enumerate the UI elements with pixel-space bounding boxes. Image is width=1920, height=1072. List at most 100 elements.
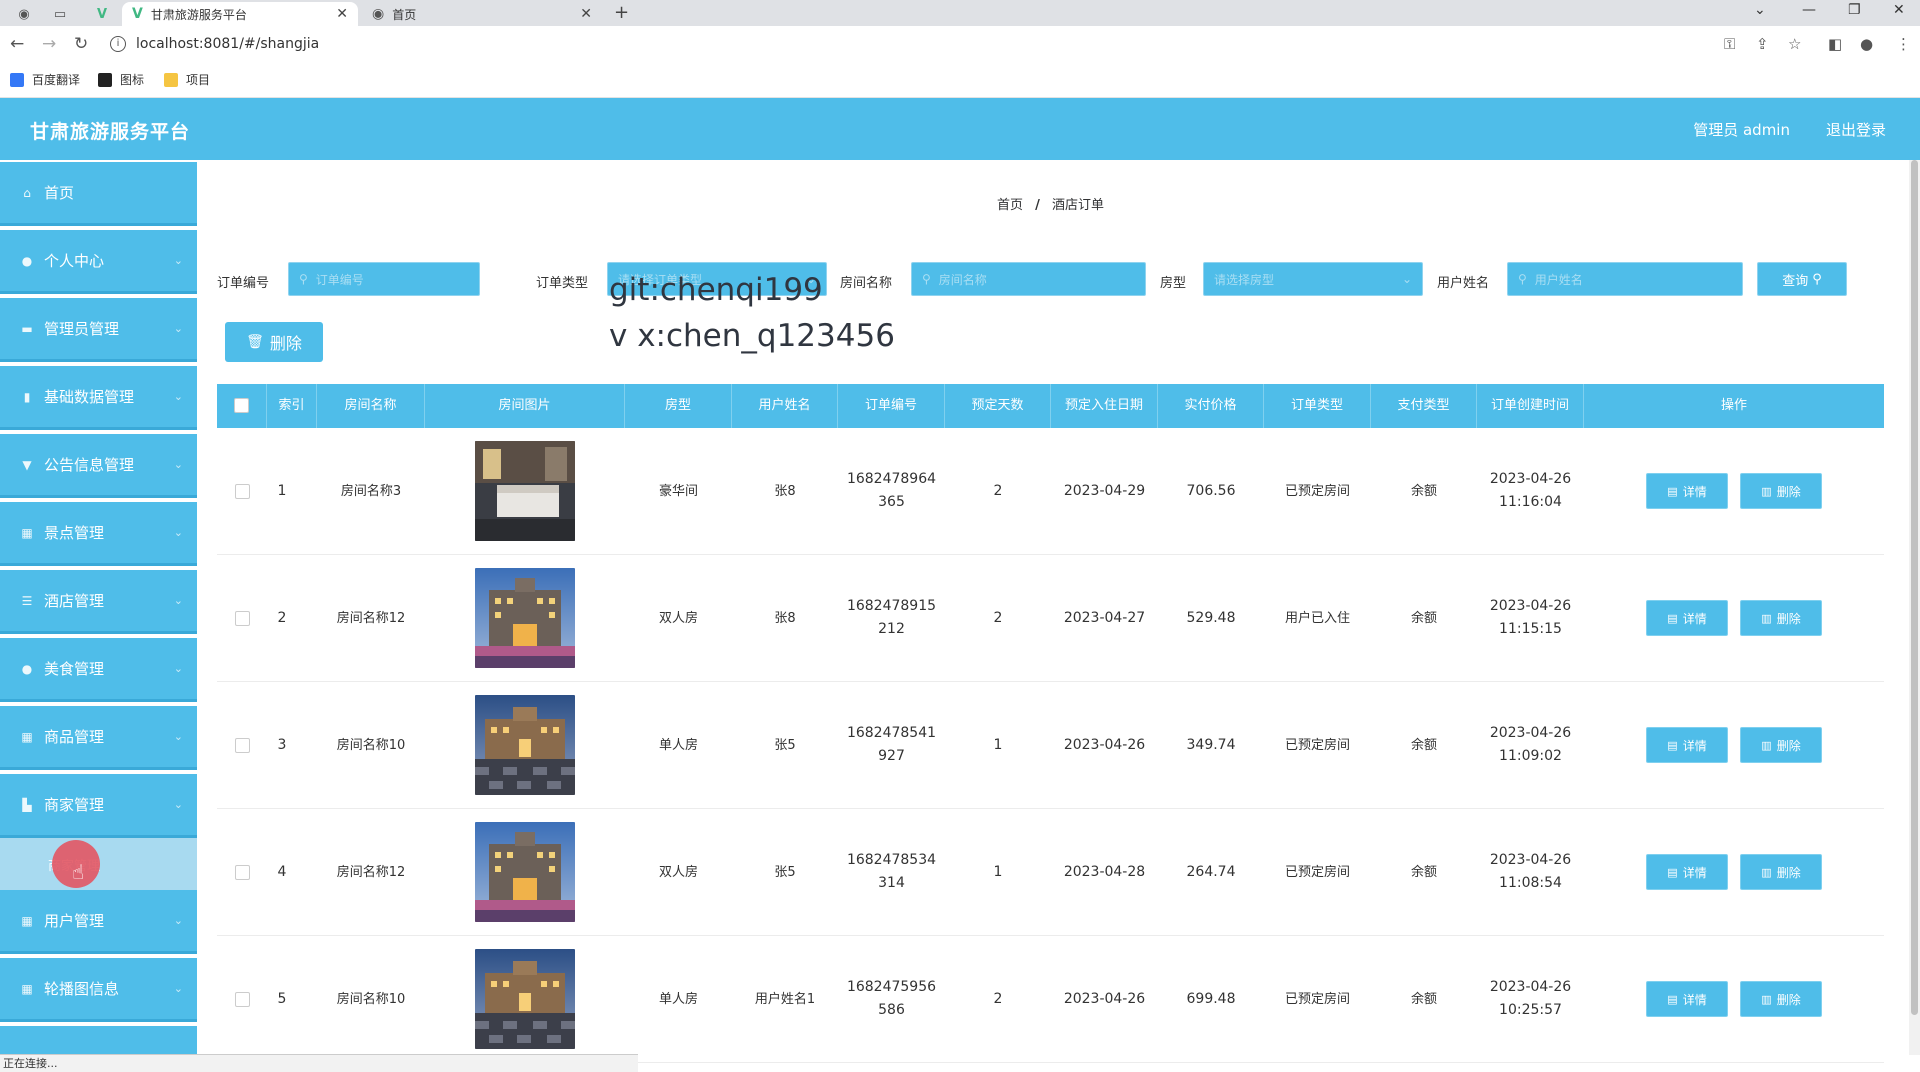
reload-icon[interactable]: ↻: [74, 34, 88, 54]
row-checkbox[interactable]: [234, 737, 250, 753]
row-checkbox-cell: [217, 428, 267, 554]
tab-active[interactable]: V 甘肃旅游服务平台 ✕: [122, 2, 358, 26]
restore-icon[interactable]: ❐: [1848, 2, 1861, 18]
user-name-input[interactable]: ⚲ 用户姓名: [1507, 262, 1743, 296]
tab-home[interactable]: ◉ 首页 ✕: [362, 2, 602, 26]
grid-icon: ▦: [21, 525, 33, 540]
delete-button[interactable]: ▥ 删除: [1740, 854, 1822, 890]
order-no-input[interactable]: ⚲ 订单编号: [288, 262, 480, 296]
grid-icon: ▦: [21, 729, 33, 744]
row-checkbox[interactable]: [234, 483, 250, 499]
share-icon[interactable]: ⇪: [1756, 35, 1769, 53]
minimize-icon[interactable]: —: [1802, 2, 1816, 18]
order-no-part: 927: [878, 748, 905, 764]
created-time: 11:09:02: [1499, 748, 1562, 764]
sidebar-item-notices[interactable]: ▼ 公告信息管理 ⌄: [0, 434, 197, 498]
sidebar-item-label: 首页: [44, 184, 75, 202]
room-name-input[interactable]: ⚲ 房间名称: [911, 262, 1146, 296]
key-icon[interactable]: ⚿: [1724, 35, 1735, 53]
cell-price: 706.56: [1186, 482, 1236, 499]
trash-icon: ▥: [1761, 992, 1772, 1006]
room-type-select[interactable]: 请选择房型 ⌄: [1203, 262, 1423, 296]
sidebar-item-label: 商家管理: [44, 796, 105, 814]
pinned-tab-globe-icon[interactable]: ◉: [10, 3, 38, 25]
cell-user-name: 张8: [774, 610, 796, 626]
pinned-tab-vue-icon[interactable]: V: [88, 3, 116, 25]
row-checkbox[interactable]: [234, 610, 250, 626]
select-all-checkbox[interactable]: [234, 398, 249, 413]
sidebar-item-food[interactable]: ● 美食管理 ⌄: [0, 638, 197, 702]
detail-button[interactable]: ▤ 详情: [1646, 981, 1728, 1017]
bookmarks-bar: 百度翻译 图标 项目: [0, 62, 1920, 98]
chevron-down-icon: ⌄: [173, 982, 183, 995]
hotel-facade-image: [475, 568, 575, 668]
room-type-label: 房型: [1160, 276, 1187, 291]
bookmark-star-icon[interactable]: ☆: [1788, 35, 1801, 53]
cell-checkin-date: 2023-04-26: [1063, 736, 1146, 753]
sidebar-item-base-data[interactable]: ▮ 基础数据管理 ⌄: [0, 366, 197, 430]
close-tab-icon[interactable]: ✕: [336, 6, 348, 22]
bookmark-baidu-translate[interactable]: 百度翻译: [10, 71, 80, 88]
close-tab-icon[interactable]: ✕: [580, 6, 592, 22]
search-button[interactable]: 查询 ⚲: [1757, 262, 1847, 296]
site-info-icon[interactable]: i: [110, 36, 126, 52]
cell-order-type: 用户已入住: [1284, 610, 1350, 626]
delete-button[interactable]: ▥ 删除: [1740, 727, 1822, 763]
detail-button[interactable]: ▤ 详情: [1646, 473, 1728, 509]
detail-button[interactable]: ▤ 详情: [1646, 600, 1728, 636]
profile-icon[interactable]: ●: [1860, 35, 1873, 53]
delete-button[interactable]: ▥ 删除: [1740, 473, 1822, 509]
sidebar-item-goods[interactable]: ▦ 商品管理 ⌄: [0, 706, 197, 770]
cell-room-type: 豪华间: [658, 483, 698, 499]
cell-room-name: 房间名称10: [336, 737, 406, 753]
sidebar-item-merchants[interactable]: ▙ 商家管理 ⌄: [0, 774, 197, 838]
sidebar-item-attractions[interactable]: ▦ 景点管理 ⌄: [0, 502, 197, 566]
cell-order-no: 1682478964 365: [838, 428, 945, 554]
row-checkbox[interactable]: [234, 991, 250, 1007]
detail-label: 详情: [1682, 611, 1707, 626]
logout-link[interactable]: 退出登录: [1826, 119, 1886, 140]
breadcrumb-home[interactable]: 首页: [997, 198, 1023, 213]
sidebar-item-carousel[interactable]: ▦ 轮播图信息 ⌄: [0, 958, 197, 1022]
row-checkbox-cell: [217, 809, 267, 935]
sidebar-item-hotels[interactable]: ☰ 酒店管理 ⌄: [0, 570, 197, 634]
url-field[interactable]: i localhost:8081/#/shangjia: [110, 32, 319, 56]
delete-button[interactable]: ▥ 删除: [1740, 600, 1822, 636]
hotel-plaza-image: [475, 695, 575, 795]
page-scrollbar-thumb[interactable]: [1911, 160, 1918, 1015]
pinned-tab-blank-icon[interactable]: ▭: [46, 3, 74, 25]
bookmark-label: 项目: [186, 73, 211, 87]
search-icon: ⚲: [1812, 271, 1822, 287]
sidebar-item-admins[interactable]: ▬ 管理员管理 ⌄: [0, 298, 197, 362]
bookmark-label: 图标: [120, 73, 145, 87]
back-icon[interactable]: ←: [10, 34, 24, 54]
row-checkbox[interactable]: [234, 864, 250, 880]
hand-cursor-icon: ☝: [72, 860, 85, 884]
cell-index: 2: [277, 609, 287, 626]
detail-button[interactable]: ▤ 详情: [1646, 854, 1728, 890]
tab-search-icon[interactable]: ⌄: [1754, 2, 1766, 18]
new-tab-icon[interactable]: +: [614, 2, 629, 23]
sidepanel-icon[interactable]: ◧: [1828, 35, 1842, 53]
forward-icon[interactable]: →: [42, 34, 56, 54]
close-window-icon[interactable]: ✕: [1893, 2, 1905, 18]
cell-price: 699.48: [1186, 990, 1236, 1007]
watermark-line-1: git:chenqi199: [609, 272, 823, 308]
detail-button[interactable]: ▤ 详情: [1646, 727, 1728, 763]
cell-created-time: 2023-04-26 11:16:04: [1477, 428, 1584, 554]
col-header: 订单编号: [838, 384, 945, 428]
sidebar-item-profile[interactable]: ● 个人中心 ⌄: [0, 230, 197, 294]
sidebar-item-home[interactable]: ⌂ 首页: [0, 162, 197, 226]
order-no-part: 1682478541: [846, 725, 937, 741]
batch-delete-button[interactable]: 🗑 删除: [225, 322, 323, 362]
cell-room-name: 房间名称10: [336, 991, 406, 1007]
delete-button[interactable]: ▥ 删除: [1740, 981, 1822, 1017]
hotel-facade-image: [475, 822, 575, 922]
bookmark-icons[interactable]: 图标: [98, 71, 144, 88]
bookmark-folder-project[interactable]: 项目: [164, 71, 210, 88]
cell-user-name: 张5: [774, 737, 796, 753]
cell-created-time: 2023-04-26 11:08:54: [1477, 809, 1584, 935]
menu-dots-icon[interactable]: ⋮: [1896, 35, 1911, 53]
sidebar-item-users[interactable]: ▦ 用户管理 ⌄: [0, 890, 197, 954]
sidebar: ⌂ 首页 ● 个人中心 ⌄ ▬ 管理员管理 ⌄ ▮ 基础数据管理 ⌄ ▼ 公告信…: [0, 160, 197, 1072]
